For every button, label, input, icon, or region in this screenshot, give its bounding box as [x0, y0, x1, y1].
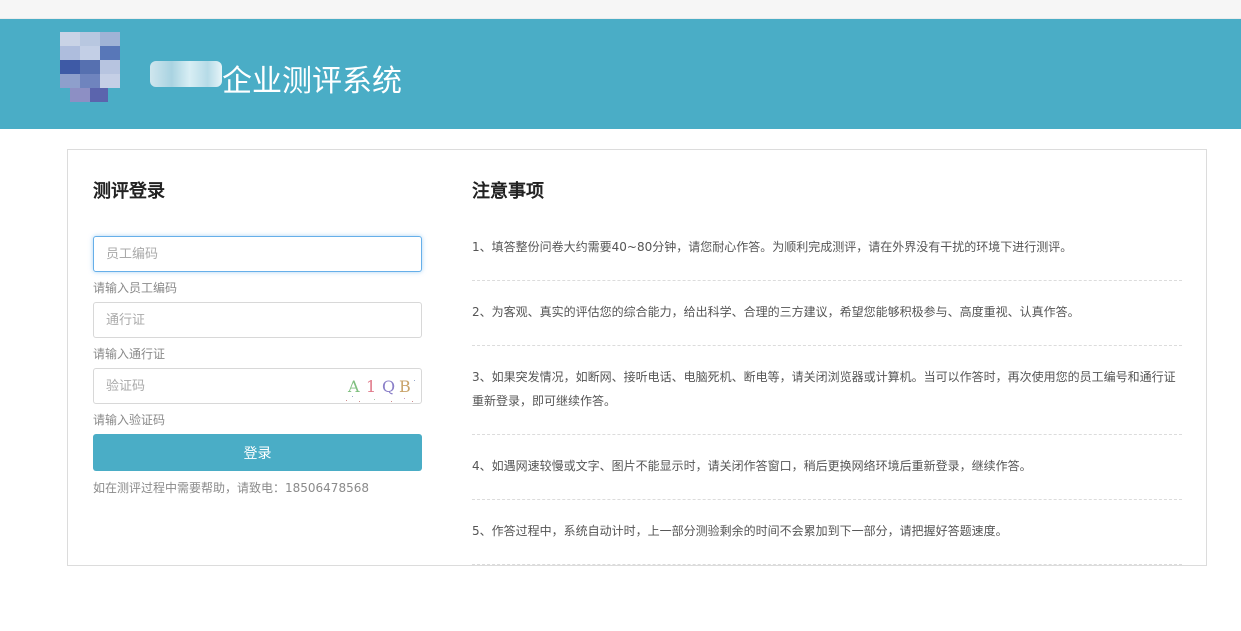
captcha-image[interactable]: A 1 Q B — [344, 374, 418, 404]
employee-id-hint: 请输入员工编码 — [93, 281, 178, 295]
note-item: 5、作答过程中，系统自动计时，上一部分测验剩余的时间不会累加到下一部分，请把握好… — [472, 519, 1182, 565]
browser-top-strip — [0, 0, 1241, 19]
company-logo — [60, 32, 122, 108]
captcha-char: Q — [382, 377, 398, 396]
help-text: 如在测评过程中需要帮助，请致电：18506478568 — [93, 481, 369, 495]
note-item: 3、如果突发情况，如断网、接听电话、电脑死机、断电等，请关闭浏览器或计算机。当可… — [472, 365, 1182, 435]
main-card: 测评登录 请输入员工编码 请输入通行证 A 1 Q B 请输入验证码 登录 如在… — [67, 149, 1207, 566]
captcha-char: 1 — [366, 377, 379, 396]
captcha-hint: 请输入验证码 — [93, 413, 166, 427]
company-name-blurred — [150, 61, 222, 87]
note-item: 2、为客观、真实的评估您的综合能力，给出科学、合理的三方建议，希望您能够积极参与… — [472, 300, 1182, 346]
captcha-char: B — [399, 377, 413, 396]
login-button[interactable]: 登录 — [93, 434, 422, 471]
notes-heading: 注意事项 — [472, 181, 544, 202]
captcha-char: A — [348, 377, 362, 396]
note-item: 4、如遇网速较慢或文字、图片不能显示时，请关闭作答窗口，稍后更换网络环境后重新登… — [472, 454, 1182, 500]
employee-id-input[interactable] — [93, 236, 422, 272]
pass-input[interactable] — [93, 302, 422, 338]
login-heading: 测评登录 — [93, 181, 165, 202]
pass-hint: 请输入通行证 — [93, 347, 166, 361]
header-bar: 企业测评系统 — [0, 19, 1241, 129]
system-title: 企业测评系统 — [222, 64, 402, 99]
note-item: 1、填答整份问卷大约需要40~80分钟，请您耐心作答。为顺利完成测评，请在外界没… — [472, 235, 1182, 281]
